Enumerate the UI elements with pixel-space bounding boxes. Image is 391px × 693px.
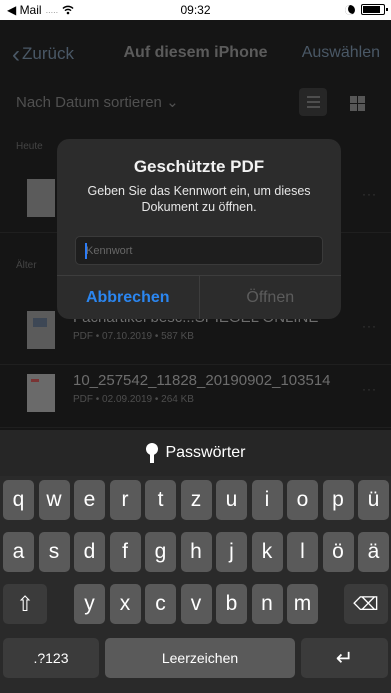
grid-view-button[interactable]: [343, 88, 371, 116]
key-b[interactable]: b: [216, 584, 247, 624]
key-ä[interactable]: ä: [358, 532, 389, 572]
more-options-icon[interactable]: ···: [362, 319, 377, 333]
open-button[interactable]: Öffnen: [200, 276, 342, 319]
cancel-button[interactable]: Abbrechen: [57, 276, 200, 319]
sort-bar: Nach Datum sortieren ⌄: [0, 84, 391, 122]
status-bar: ◀ Mail ..... 09:32: [0, 0, 391, 20]
file-meta: PDF • 02.09.2019 • 264 KB: [73, 394, 194, 405]
key-ü[interactable]: ü: [358, 480, 389, 520]
key-r[interactable]: r: [109, 480, 141, 520]
key-k[interactable]: k: [251, 532, 283, 572]
key-a[interactable]: a: [3, 532, 34, 572]
battery-icon: [361, 4, 388, 15]
delete-key[interactable]: ⌫: [344, 584, 388, 624]
key-u[interactable]: u: [216, 480, 247, 520]
keyboard: Passwörter qwertzuiopü asdfghjklöä ⇧ ⌫ y…: [0, 430, 391, 693]
keyboard-row-2: asdfghjklöä: [0, 532, 391, 574]
suggestion-label: Passwörter: [165, 444, 246, 461]
password-autofill-suggestion[interactable]: Passwörter: [0, 430, 391, 476]
sort-dropdown[interactable]: Nach Datum sortieren ⌄: [16, 93, 179, 111]
key-m[interactable]: m: [287, 584, 318, 624]
dialog-buttons: Abbrechen Öffnen: [57, 275, 341, 319]
key-q[interactable]: q: [3, 480, 34, 520]
clock: 09:32: [180, 3, 211, 17]
key-z[interactable]: z: [180, 480, 212, 520]
dialog-message: Geben Sie das Kennwort ein, um dieses Do…: [87, 184, 311, 214]
key-x[interactable]: x: [109, 584, 141, 624]
space-key[interactable]: Leerzeichen: [105, 638, 295, 678]
do-not-disturb-icon: [345, 4, 355, 15]
dialog-title: Geschützte PDF: [133, 157, 265, 176]
pdf-thumbnail: [27, 311, 55, 349]
key-i[interactable]: i: [251, 480, 283, 520]
pdf-thumbnail: [27, 374, 55, 412]
password-input[interactable]: [76, 237, 322, 264]
numbers-key[interactable]: .?123: [3, 638, 99, 678]
key-v[interactable]: v: [180, 584, 212, 624]
section-header-older: Älter: [16, 260, 37, 271]
key-j[interactable]: j: [216, 532, 247, 572]
sort-label: Nach Datum sortieren: [16, 94, 162, 111]
key-y[interactable]: y: [74, 584, 105, 624]
key-e[interactable]: e: [74, 480, 105, 520]
pdf-thumbnail: [27, 179, 55, 217]
text-cursor: [85, 243, 87, 259]
key-f[interactable]: f: [109, 532, 141, 572]
key-d[interactable]: d: [74, 532, 105, 572]
file-row[interactable]: 10_257542_11828_20190902_103514 PDF • 02…: [0, 366, 391, 428]
password-dialog: Geschützte PDF Geben Sie das Kennwort ei…: [57, 139, 341, 319]
chevron-down-icon: ⌄: [166, 94, 179, 111]
keyboard-row-1: qwertzuiopü: [0, 480, 391, 522]
keyboard-row-3: ⇧ ⌫ yxcvbnm: [0, 584, 391, 626]
more-options-icon[interactable]: ···: [362, 382, 377, 396]
key-g[interactable]: g: [145, 532, 176, 572]
select-button[interactable]: Auswählen: [302, 44, 380, 62]
navigation-bar: ‹ Zurück Auf diesem iPhone Auswählen: [0, 20, 391, 86]
key-s[interactable]: s: [38, 532, 70, 572]
key-t[interactable]: t: [145, 480, 176, 520]
keyboard-row-4: .?123 Leerzeichen ↵: [0, 638, 391, 680]
list-view-button[interactable]: [299, 88, 327, 116]
key-h[interactable]: h: [180, 532, 212, 572]
file-meta: PDF • 07.10.2019 • 587 KB: [73, 331, 194, 342]
key-n[interactable]: n: [251, 584, 283, 624]
return-key[interactable]: ↵: [301, 638, 388, 678]
key-icon: [145, 443, 159, 463]
key-o[interactable]: o: [287, 480, 318, 520]
password-field[interactable]: [75, 236, 323, 265]
section-header-today: Heute: [16, 141, 43, 152]
key-l[interactable]: l: [287, 532, 318, 572]
more-options-icon[interactable]: ···: [362, 187, 377, 201]
key-w[interactable]: w: [38, 480, 70, 520]
shift-key[interactable]: ⇧: [3, 584, 47, 624]
key-p[interactable]: p: [322, 480, 354, 520]
key-ö[interactable]: ö: [322, 532, 354, 572]
file-name: 10_257542_11828_20190902_103514: [73, 372, 331, 389]
key-c[interactable]: c: [145, 584, 176, 624]
